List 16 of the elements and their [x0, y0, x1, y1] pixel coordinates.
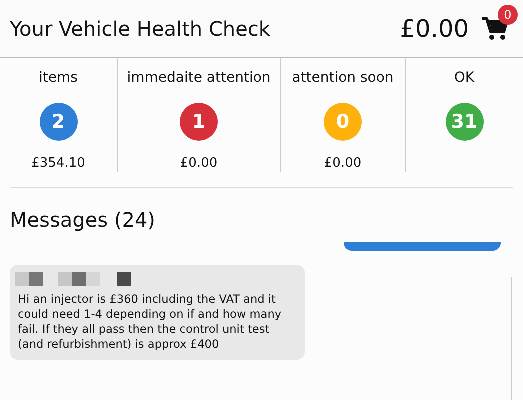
summary-label: OK [454, 69, 475, 88]
summary-amount: £354.10 [32, 156, 86, 171]
summary-label: immedaite attention [127, 69, 271, 88]
message-text: Hi an injector is £360 including the VAT and it could need 1-4 depending on if and how many fail. If they all pass then the control unit test (and refurbishment) is approx £400 [18, 292, 283, 352]
summary-label: attention soon [292, 69, 394, 88]
summary-amount: £0.00 [180, 156, 218, 171]
page-title: Your Vehicle Health Check [10, 16, 272, 40]
count-badge: 31 [446, 103, 484, 141]
count-badge: 0 [324, 103, 362, 141]
cart-count-badge: 0 [498, 5, 518, 25]
summary-label: items [39, 69, 78, 88]
count-badge: 1 [180, 103, 218, 141]
cart-total: £0.00 [400, 14, 469, 42]
messages-heading: Messages (24) [10, 208, 156, 232]
count-badge: 2 [40, 103, 78, 141]
summary-amount: £0.00 [324, 156, 362, 171]
